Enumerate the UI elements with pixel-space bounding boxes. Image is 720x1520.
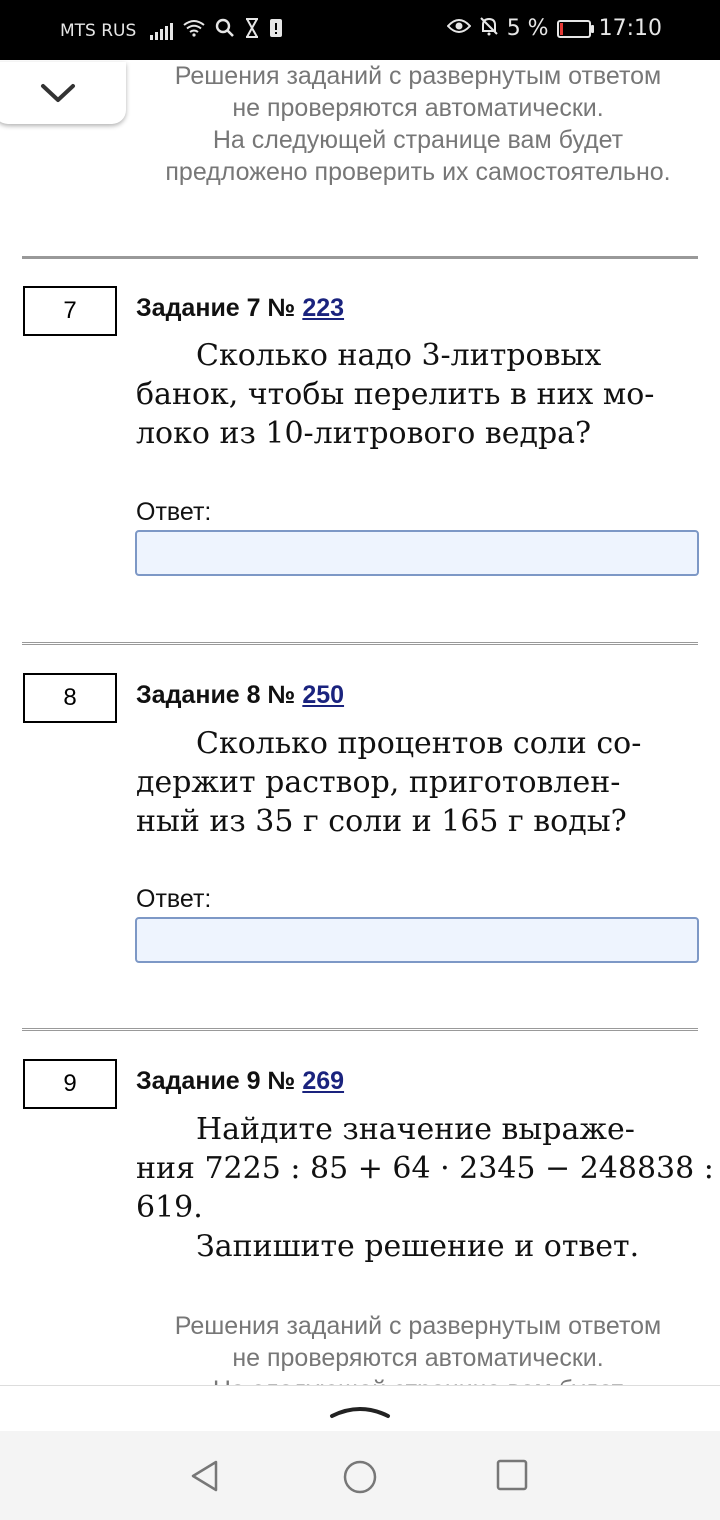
recent-square-icon[interactable]: [496, 1459, 528, 1491]
search-icon: [215, 18, 235, 43]
task-text-line: Сколько процентов соли со-: [136, 726, 642, 761]
status-left: MTS RUS: [60, 18, 283, 43]
task-title: Задание 8 № 250: [136, 681, 344, 710]
answer-input[interactable]: [135, 530, 699, 576]
task-id-link[interactable]: 250: [302, 681, 344, 709]
battery-icon: [556, 19, 594, 38]
task-number-box: 8: [23, 673, 117, 723]
answer-label: Ответ:: [136, 498, 212, 526]
bell-off-icon: [479, 16, 499, 41]
note-line: не проверяются автоматически.: [232, 94, 604, 122]
task-text-line: Найдите значение выраже-: [136, 1112, 635, 1147]
task-text-line: Сколько надо 3-литровых: [136, 338, 602, 373]
task-text: Найдите значение выраже- ния 7225 : 85 +…: [136, 1110, 714, 1266]
manual-check-note-bottom: Решения заданий с развернутым ответом не…: [128, 1310, 708, 1385]
note-line: На следующей странице вам будет: [212, 126, 624, 154]
task-divider: [22, 256, 698, 259]
task-text: Сколько надо 3-литровых банок, чтобы пер…: [136, 336, 692, 453]
note-line: предложено проверить их самостоятельно.: [165, 158, 671, 186]
eye-icon: [446, 17, 472, 40]
task-number-box: 7: [23, 286, 117, 336]
task-text-line: 619.: [136, 1190, 203, 1225]
task-id-link[interactable]: 223: [302, 294, 344, 322]
task-title: Задание 9 № 269: [136, 1067, 344, 1096]
wifi-icon: [183, 19, 205, 42]
task-text-line: ный из 35 г соли и 165 г воды?: [136, 804, 627, 839]
carrier-label: MTS RUS: [60, 20, 137, 41]
chevron-down-icon: [41, 84, 75, 102]
note-line: Решения заданий с развернутым ответом: [174, 1312, 662, 1340]
task-id-link[interactable]: 269: [302, 1067, 344, 1095]
task-title-prefix: Задание 7 №: [136, 294, 296, 322]
browser-toolbar-handle[interactable]: [0, 1385, 720, 1432]
back-triangle-icon[interactable]: [188, 1459, 222, 1493]
note-line: На следующей странице вам будет: [128, 1374, 708, 1385]
task-title-prefix: Задание 9 №: [136, 1067, 296, 1095]
task-title-prefix: Задание 8 №: [136, 681, 296, 709]
task-divider: [22, 642, 698, 645]
task-divider: [22, 1028, 698, 1031]
task-text-line: локо из 10-литрового ведра?: [136, 416, 592, 451]
page-content[interactable]: Решения заданий с развернутым ответом не…: [0, 60, 720, 1385]
task-text-line: держит раствор, приготовлен-: [136, 765, 621, 800]
answer-input[interactable]: [135, 917, 699, 963]
manual-check-note-top: Решения заданий с развернутым ответом не…: [128, 60, 708, 188]
note-line: не проверяются автоматически.: [232, 1344, 604, 1372]
sim-alert-icon: [269, 18, 283, 43]
task-text-line: Запишите решение и ответ.: [136, 1229, 640, 1264]
home-circle-icon[interactable]: [342, 1459, 378, 1495]
note-line: Решения заданий с развернутым ответом: [174, 62, 662, 90]
chevron-up-icon[interactable]: [328, 1400, 392, 1420]
collapse-button[interactable]: [0, 62, 126, 124]
system-nav-bar: [0, 1431, 720, 1520]
status-bar: MTS RUS 5 % 17:10: [0, 0, 720, 60]
answer-label: Ответ:: [136, 885, 212, 913]
signal-icon: [150, 22, 174, 40]
task-text-line: банок, чтобы перелить в них мо-: [136, 377, 655, 412]
battery-percent: 5 %: [506, 16, 549, 41]
hourglass-icon: [245, 18, 259, 43]
clock: 17:10: [598, 16, 662, 41]
task-number-box: 9: [23, 1059, 117, 1109]
task-text: Сколько процентов соли со- держит раство…: [136, 724, 692, 841]
task-title: Задание 7 № 223: [136, 294, 344, 323]
status-right: 5 % 17:10: [446, 16, 662, 41]
task-text-line: ния 7225 : 85 + 64 · 2345 − 248838 :: [136, 1151, 714, 1186]
